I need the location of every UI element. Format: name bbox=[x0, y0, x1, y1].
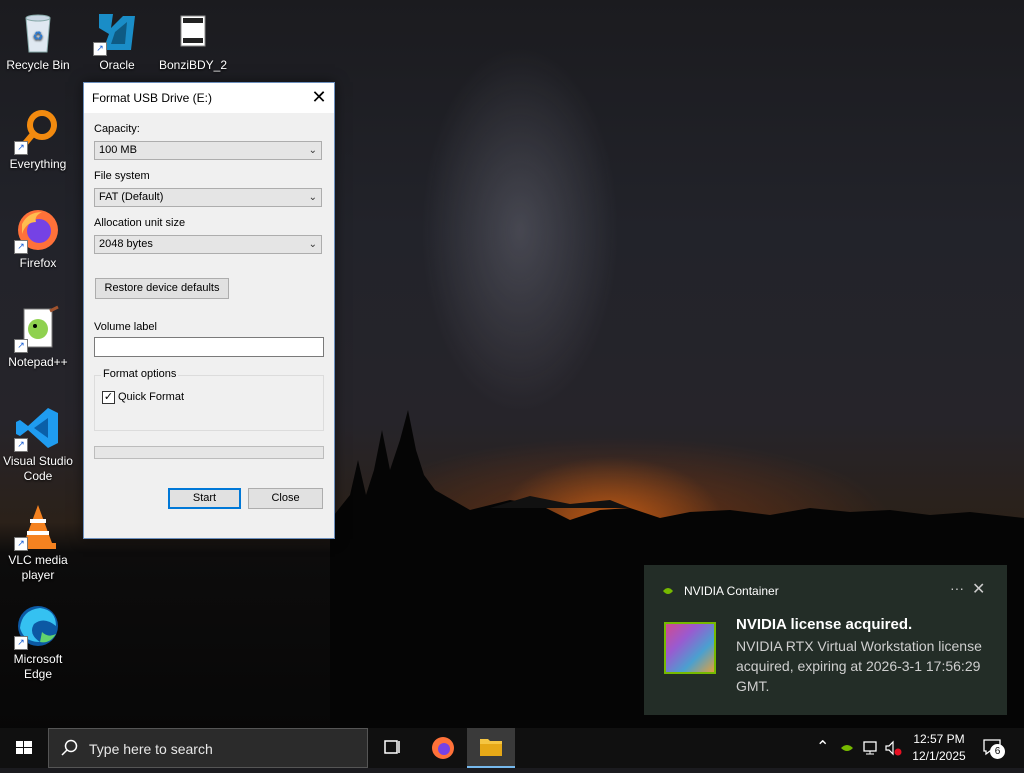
vscode-icon: ↗ bbox=[14, 404, 62, 452]
desktop-icon-vscode[interactable]: ↗ Visual Studio Code bbox=[0, 404, 76, 484]
desktop-icon-vlc[interactable]: ↗ VLC media player bbox=[0, 503, 76, 583]
more-options-icon[interactable]: ··· bbox=[950, 580, 964, 596]
capacity-select[interactable]: 100 MB ⌄ bbox=[94, 141, 322, 160]
desktop-icon-label: Oracle VirtualBox bbox=[99, 58, 135, 72]
desktop-icon-notepadpp[interactable]: ↗ Notepad++ bbox=[0, 305, 76, 370]
vlc-icon: ↗ bbox=[14, 503, 62, 551]
firefox-icon: ↗ bbox=[14, 206, 62, 254]
allocation-label: Allocation unit size bbox=[94, 217, 186, 229]
desktop-icon-label: VLC media player bbox=[8, 553, 68, 582]
desktop-icon-label: Notepad++ bbox=[8, 355, 68, 369]
desktop-icon-label: Everything bbox=[9, 157, 67, 171]
chevron-down-icon: ⌄ bbox=[308, 145, 317, 156]
close-icon[interactable]: ✕ bbox=[304, 83, 334, 113]
gpu-chip-icon bbox=[664, 622, 716, 674]
format-progress-bar bbox=[94, 446, 324, 459]
taskbar: Type here to search ⌃ 12:57 PM 12/1/2025… bbox=[0, 728, 1024, 768]
task-view-icon bbox=[384, 740, 400, 754]
shortcut-arrow-icon: ↗ bbox=[14, 438, 28, 452]
notification-toast[interactable]: NVIDIA Container ··· ✕ NVIDIA license ac… bbox=[644, 565, 1007, 715]
toast-app-name: NVIDIA Container bbox=[684, 584, 779, 598]
clock-time[interactable]: 12:57 PM bbox=[910, 732, 968, 746]
everything-search-icon: ↗ bbox=[14, 107, 62, 155]
format-options-label: Format options bbox=[101, 368, 179, 380]
close-button[interactable]: Close bbox=[248, 488, 323, 509]
svg-text:♻: ♻ bbox=[33, 29, 44, 43]
volume-muted-icon[interactable] bbox=[884, 740, 902, 756]
restore-defaults-button[interactable]: Restore device defaults bbox=[95, 278, 229, 299]
taskbar-file-explorer[interactable] bbox=[467, 728, 515, 768]
allocation-value: 2048 bytes bbox=[99, 238, 153, 250]
chevron-down-icon: ⌄ bbox=[308, 239, 317, 250]
volume-label-label: Volume label bbox=[94, 321, 157, 333]
shortcut-arrow-icon: ↗ bbox=[14, 636, 28, 650]
close-icon[interactable]: ✕ bbox=[972, 579, 985, 599]
taskbar-firefox[interactable] bbox=[419, 728, 467, 768]
toast-title: NVIDIA license acquired. bbox=[736, 616, 913, 633]
desktop-icon-label: Recycle Bin bbox=[6, 58, 70, 72]
file-icon bbox=[169, 8, 217, 56]
show-hidden-icons-chevron-up-icon[interactable]: ⌃ bbox=[816, 737, 829, 757]
allocation-select[interactable]: 2048 bytes ⌄ bbox=[94, 235, 322, 254]
chevron-down-icon: ⌄ bbox=[308, 192, 317, 203]
desktop-icon-label: Visual Studio Code bbox=[3, 454, 73, 483]
recycle-bin-icon: ♻ bbox=[14, 8, 62, 56]
desktop-icon-firefox[interactable]: ↗ Firefox bbox=[0, 206, 76, 271]
desktop-icon-everything[interactable]: ↗ Everything bbox=[0, 107, 76, 172]
toast-body: NVIDIA RTX Virtual Workstation license a… bbox=[736, 638, 982, 694]
clock-date[interactable]: 12/1/2025 bbox=[910, 749, 968, 763]
shortcut-arrow-icon: ↗ bbox=[14, 141, 28, 155]
virtualbox-icon: ↗ bbox=[93, 8, 141, 56]
capacity-label: Capacity: bbox=[94, 123, 140, 135]
shortcut-arrow-icon: ↗ bbox=[14, 240, 28, 254]
nvidia-icon bbox=[663, 588, 673, 594]
dialog-title: Format USB Drive (E:) bbox=[92, 91, 213, 105]
quick-format-label[interactable]: Quick Format bbox=[118, 391, 184, 403]
quick-format-checkbox[interactable]: ✓ bbox=[102, 391, 115, 404]
desktop-icon-label: Microsoft Edge bbox=[13, 652, 63, 681]
volume-label-input[interactable] bbox=[94, 337, 324, 357]
filesystem-select[interactable]: FAT (Default) ⌄ bbox=[94, 188, 322, 207]
filesystem-value: FAT (Default) bbox=[99, 191, 164, 203]
folder-icon bbox=[480, 739, 502, 756]
taskbar-search-box[interactable]: Type here to search bbox=[48, 728, 368, 768]
edge-icon: ↗ bbox=[14, 602, 62, 650]
start-button[interactable]: Start bbox=[168, 488, 241, 509]
filesystem-label: File system bbox=[94, 170, 150, 182]
start-button[interactable] bbox=[0, 728, 48, 768]
desktop-icon-label: Firefox bbox=[19, 256, 57, 270]
firefox-icon bbox=[432, 737, 454, 759]
network-icon[interactable] bbox=[862, 740, 880, 756]
format-options-group: Format options ✓ Quick Format bbox=[94, 368, 324, 431]
search-placeholder: Type here to search bbox=[89, 741, 213, 757]
desktop-icon-virtualbox[interactable]: ↗ Oracle VirtualBox bbox=[79, 8, 155, 73]
shortcut-arrow-icon: ↗ bbox=[93, 42, 107, 56]
desktop-icon-bonzibdy[interactable]: BonziBDY_2 bbox=[155, 8, 231, 73]
windows-logo-icon bbox=[16, 741, 32, 754]
desktop-icon-recycle-bin[interactable]: ♻ Recycle Bin bbox=[0, 8, 76, 73]
desktop-icon-label: BonziBDY_2 bbox=[158, 58, 228, 72]
notification-count-badge: 6 bbox=[990, 744, 1005, 759]
notepadpp-icon: ↗ bbox=[14, 305, 62, 353]
desktop-icon-edge[interactable]: ↗ Microsoft Edge bbox=[0, 602, 76, 682]
dialog-titlebar[interactable]: Format USB Drive (E:) ✕ bbox=[84, 83, 334, 113]
shortcut-arrow-icon: ↗ bbox=[14, 537, 28, 551]
task-view-button[interactable] bbox=[368, 728, 416, 768]
nvidia-tray-icon[interactable] bbox=[840, 741, 854, 755]
search-icon bbox=[61, 739, 78, 756]
format-dialog: Format USB Drive (E:) ✕ Capacity: 100 MB… bbox=[83, 82, 335, 539]
shortcut-arrow-icon: ↗ bbox=[14, 339, 28, 353]
capacity-value: 100 MB bbox=[99, 144, 137, 156]
